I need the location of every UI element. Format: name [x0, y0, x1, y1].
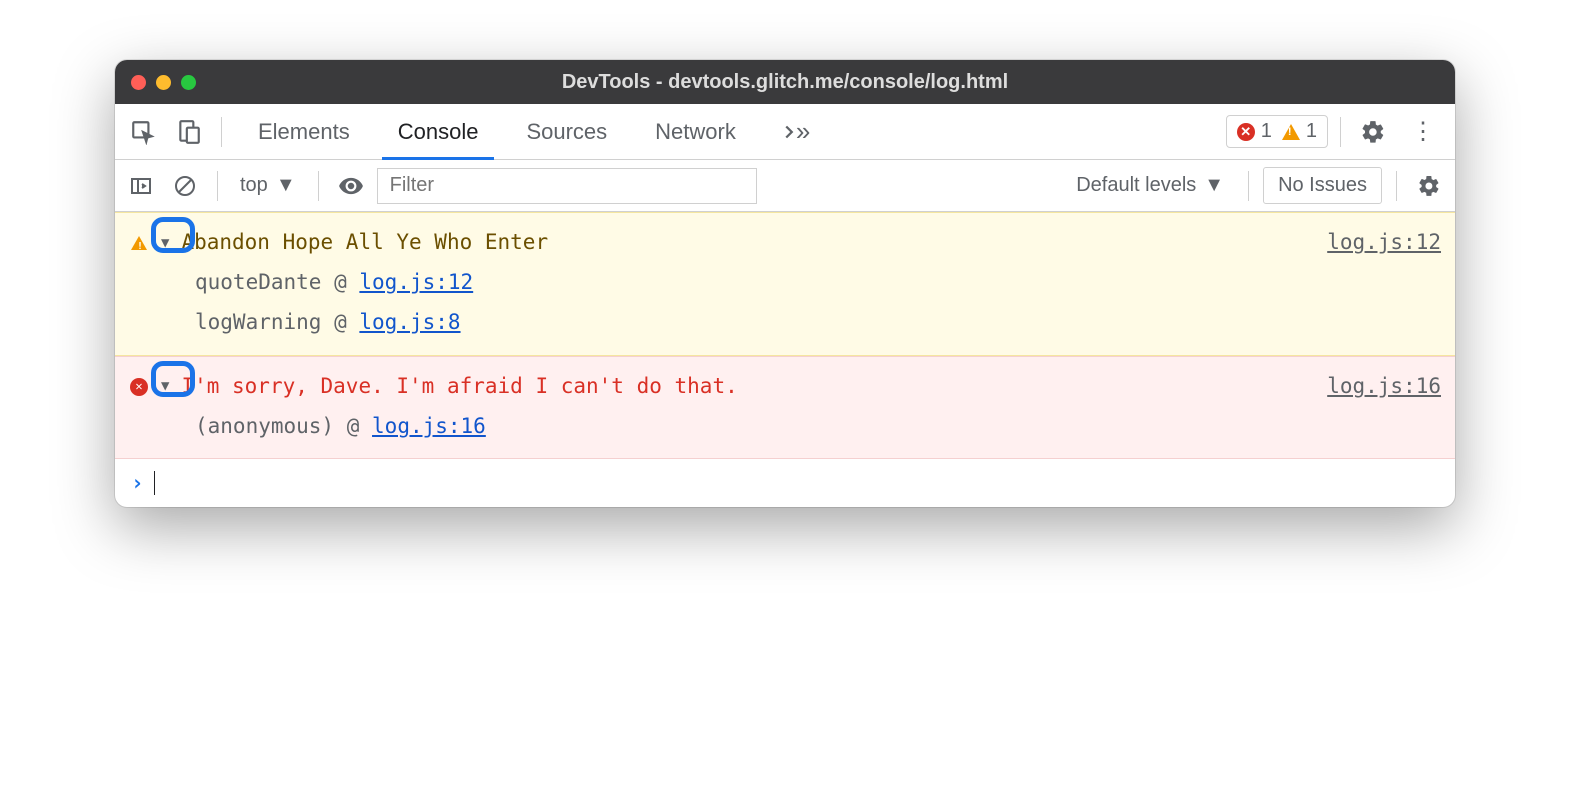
context-selector[interactable]: top ▼: [232, 174, 304, 197]
settings-icon[interactable]: [1353, 112, 1393, 152]
stack-frame: (anonymous) @ log.js:16: [195, 407, 1441, 447]
more-options-icon[interactable]: ⋮: [1399, 117, 1447, 146]
console-prompt[interactable]: ›: [115, 459, 1455, 507]
issue-counts[interactable]: ✕ 1 1: [1226, 115, 1328, 148]
devtools-window: DevTools - devtools.glitch.me/console/lo…: [115, 60, 1455, 507]
traffic-lights: [131, 75, 196, 90]
tab-network[interactable]: Network: [631, 104, 760, 159]
divider: [1340, 117, 1341, 147]
log-levels-label: Default levels: [1076, 174, 1196, 197]
filter-input[interactable]: [377, 168, 757, 204]
stack-function: quoteDante: [195, 270, 321, 294]
console-toolbar: top ▼ Default levels ▼ No Issues: [115, 160, 1455, 212]
stack-trace: quoteDante @ log.js:12 logWarning @ log.…: [129, 263, 1441, 343]
stack-at: @: [347, 414, 372, 438]
stack-source-link[interactable]: log.js:16: [372, 414, 486, 438]
context-label: top: [240, 174, 268, 197]
log-levels-selector[interactable]: Default levels ▼: [1066, 174, 1234, 197]
stack-source-link[interactable]: log.js:12: [359, 270, 473, 294]
log-message: I'm sorry, Dave. I'm afraid I can't do t…: [181, 367, 1319, 407]
main-tabs: Elements Console Sources Network: [234, 104, 760, 159]
titlebar: DevTools - devtools.glitch.me/console/lo…: [115, 60, 1455, 104]
error-count-value: 1: [1261, 120, 1272, 143]
stack-function: logWarning: [195, 310, 321, 334]
warning-count: 1: [1282, 120, 1317, 143]
error-icon: ✕: [1237, 123, 1255, 141]
close-window-button[interactable]: [131, 75, 146, 90]
clear-console-icon[interactable]: [167, 168, 203, 204]
issues-button[interactable]: No Issues: [1263, 167, 1382, 204]
log-message: Abandon Hope All Ye Who Enter: [181, 223, 1319, 263]
stack-frame: logWarning @ log.js:8: [195, 303, 1441, 343]
error-icon: ✕: [129, 378, 149, 396]
inspect-element-icon[interactable]: [123, 112, 163, 152]
source-link[interactable]: log.js:12: [1327, 223, 1441, 263]
divider: [217, 171, 218, 201]
live-expression-icon[interactable]: [333, 168, 369, 204]
tab-console[interactable]: Console: [374, 104, 503, 159]
sidebar-toggle-icon[interactable]: [123, 168, 159, 204]
stack-frame: quoteDante @ log.js:12: [195, 263, 1441, 303]
warning-count-value: 1: [1306, 120, 1317, 143]
console-settings-icon[interactable]: [1411, 168, 1447, 204]
chevron-down-icon: ▼: [276, 174, 296, 197]
log-entry-error: ✕ ▼ I'm sorry, Dave. I'm afraid I can't …: [115, 356, 1455, 460]
divider: [318, 171, 319, 201]
chevron-down-icon: ▼: [1204, 174, 1224, 197]
tab-elements[interactable]: Elements: [234, 104, 374, 159]
stack-at: @: [334, 310, 359, 334]
stack-at: @: [334, 270, 359, 294]
maximize-window-button[interactable]: [181, 75, 196, 90]
tab-sources[interactable]: Sources: [502, 104, 631, 159]
text-cursor: [154, 471, 156, 495]
error-count: ✕ 1: [1237, 120, 1272, 143]
device-toolbar-icon[interactable]: [169, 112, 209, 152]
window-title: DevTools - devtools.glitch.me/console/lo…: [115, 71, 1455, 94]
divider: [221, 117, 222, 147]
divider: [1248, 171, 1249, 201]
log-entry-warning: ▼ Abandon Hope All Ye Who Enter log.js:1…: [115, 212, 1455, 356]
stack-trace: (anonymous) @ log.js:16: [129, 407, 1441, 447]
divider: [1396, 171, 1397, 201]
disclosure-triangle[interactable]: ▼: [157, 373, 173, 400]
warning-icon: [1282, 124, 1300, 140]
stack-function: (anonymous): [195, 414, 334, 438]
prompt-caret-icon: ›: [131, 471, 144, 495]
source-link[interactable]: log.js:16: [1327, 367, 1441, 407]
warning-icon: [129, 236, 149, 250]
more-tabs-button[interactable]: »: [766, 116, 822, 147]
minimize-window-button[interactable]: [156, 75, 171, 90]
disclosure-triangle[interactable]: ▼: [157, 230, 173, 257]
main-tabstrip: Elements Console Sources Network » ✕ 1 1: [115, 104, 1455, 160]
stack-source-link[interactable]: log.js:8: [359, 310, 460, 334]
